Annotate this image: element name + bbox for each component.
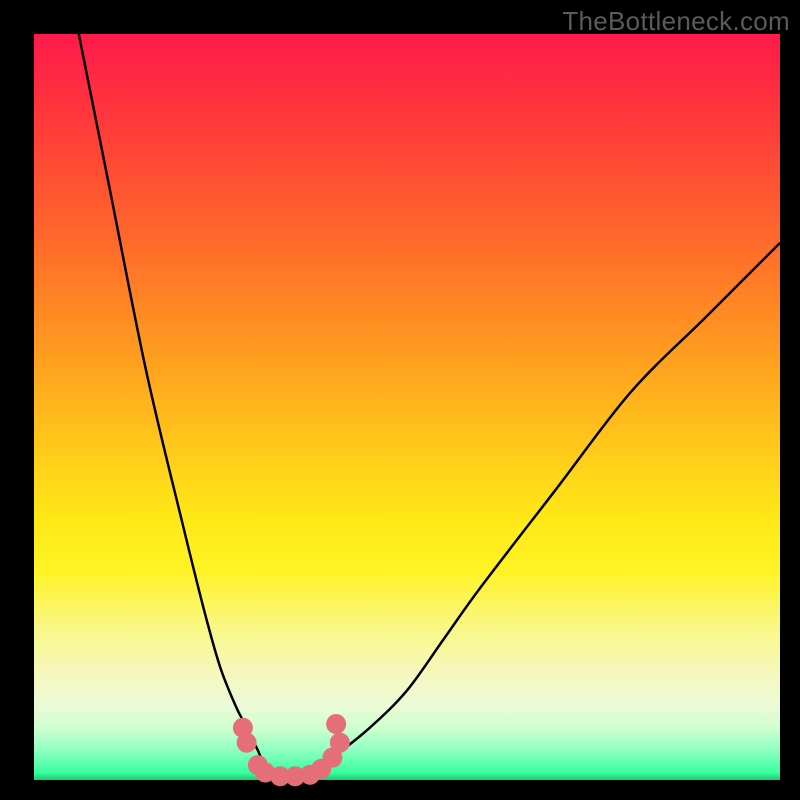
curve-left-branch — [79, 34, 295, 780]
chart-frame: TheBottleneck.com — [0, 0, 800, 800]
curve-layer — [34, 34, 780, 780]
watermark-text: TheBottleneck.com — [562, 6, 790, 37]
plot-area — [34, 34, 780, 780]
marker-point — [330, 733, 350, 753]
curve-right-branch — [295, 243, 780, 780]
marker-point — [237, 733, 257, 753]
marker-point — [326, 714, 346, 734]
